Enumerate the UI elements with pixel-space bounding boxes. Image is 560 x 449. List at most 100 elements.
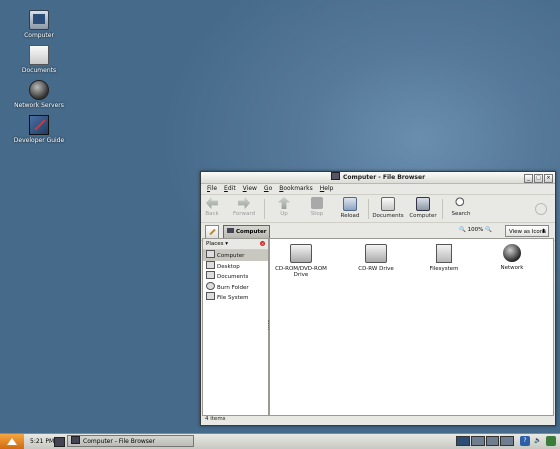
stop-label: Stop (310, 211, 324, 217)
up-button[interactable]: Up (266, 197, 302, 217)
up-arrow-icon (278, 197, 290, 209)
filesystem-icon (436, 244, 452, 263)
computer-icon (227, 228, 234, 233)
reload-button[interactable]: Reload (332, 197, 368, 219)
network-status-icon[interactable] (546, 436, 556, 446)
path-button-label: Computer (236, 229, 267, 235)
up-label: Up (280, 211, 288, 217)
workspace-pager (456, 436, 514, 446)
taskbar-item-label: Computer - File Browser (83, 438, 156, 445)
desktop-icon-label: Network Servers (14, 102, 64, 109)
sidebar-item-desktop[interactable]: Desktop (203, 260, 268, 272)
help-icon[interactable]: ? (520, 436, 530, 446)
search-label: Search (451, 211, 471, 217)
workspace-3[interactable] (485, 436, 500, 446)
item-cdrom-drive[interactable]: CD-ROM/DVD-ROM Drive (273, 244, 329, 278)
search-icon (455, 197, 467, 209)
guide-icon (29, 115, 49, 135)
minimize-button[interactable]: _ (524, 174, 533, 183)
zoom-out-icon[interactable]: 🔍 (459, 227, 466, 233)
item-filesystem[interactable]: Filesystem (416, 244, 472, 272)
path-button-computer[interactable]: Computer (223, 225, 271, 239)
taskbar-item-file-browser[interactable]: Computer - File Browser (67, 435, 194, 447)
documents-icon (381, 197, 395, 211)
search-button[interactable]: Search (443, 197, 479, 217)
sidebar-item-file-system[interactable]: File System (203, 292, 268, 303)
desktop-icon-label: Documents (21, 67, 57, 74)
sidebar-item-label: Burn Folder (217, 284, 249, 291)
sidebar-item-computer[interactable]: Computer (203, 250, 268, 261)
drive-icon (206, 292, 215, 300)
desktop-icon-developer-guide[interactable]: Developer Guide (13, 115, 65, 144)
edit-location-button[interactable] (205, 225, 219, 239)
sidebar-close-icon[interactable]: × (260, 241, 265, 246)
stop-button[interactable]: Stop (299, 197, 335, 217)
item-cdrw-drive[interactable]: CD-RW Drive (348, 244, 404, 272)
computer-button[interactable]: Computer (405, 197, 441, 219)
item-label: Network (500, 265, 524, 271)
desktop-icon-network-servers[interactable]: Network Servers (13, 80, 65, 109)
sidebar: Places ▾ × Computer Desktop Documents Bu… (202, 238, 269, 416)
computer-icon (29, 10, 49, 30)
back-button[interactable]: Back (194, 197, 230, 217)
computer-icon (206, 250, 215, 258)
computer-icon (416, 197, 430, 211)
zoom-level[interactable]: 100% (468, 227, 484, 233)
workspace-2[interactable] (470, 436, 485, 446)
sidebar-item-label: File System (217, 295, 249, 301)
taskbar: 5:21 PM Computer - File Browser ? 🔈 (0, 433, 560, 449)
view-mode-select[interactable]: View as Icons (505, 225, 549, 238)
menu-view[interactable]: View (243, 184, 257, 194)
desktop-icon-computer[interactable]: Computer (13, 10, 65, 39)
drive-icon (365, 244, 387, 263)
window-menu-icon[interactable] (330, 172, 340, 180)
reload-icon (343, 197, 357, 211)
forward-label: Forward (232, 211, 256, 217)
status-bar: 4 items (205, 416, 226, 422)
zoom-in-icon[interactable]: 🔍 (485, 227, 492, 233)
back-label: Back (205, 211, 219, 217)
documents-button[interactable]: Documents (370, 197, 406, 219)
folder-icon (206, 271, 215, 279)
sidebar-header[interactable]: Places ▾ × (203, 239, 268, 250)
desktop-icon-documents[interactable]: Documents (13, 45, 65, 74)
item-label: CD-RW Drive (358, 266, 394, 272)
window-title: Computer - File Browser (342, 174, 426, 181)
toolbar-separator (264, 199, 265, 219)
start-menu-button[interactable] (0, 434, 24, 449)
sidebar-header-label: Places (206, 241, 224, 247)
menu-bookmarks[interactable]: Bookmarks (279, 184, 313, 194)
drive-icon (290, 244, 312, 263)
item-label: CD-ROM/DVD-ROM Drive (275, 266, 327, 278)
forward-button[interactable]: Forward (226, 197, 262, 217)
clock[interactable]: 5:21 PM (30, 434, 54, 449)
window-titlebar[interactable]: Computer - File Browser _ □ × (201, 172, 555, 184)
close-button[interactable]: × (544, 174, 553, 183)
throbber-icon (535, 203, 547, 215)
volume-icon[interactable]: 🔈 (533, 436, 543, 446)
file-browser-icon (71, 436, 80, 444)
menu-file[interactable]: File (207, 184, 217, 194)
sidebar-item-burn-folder[interactable]: Burn Folder (203, 281, 268, 293)
stop-icon (311, 197, 323, 209)
sidebar-item-label: Documents (217, 274, 249, 280)
show-desktop-icon[interactable] (54, 437, 65, 447)
documents-icon (29, 45, 49, 65)
burn-icon (206, 281, 215, 290)
item-network[interactable]: Network (484, 244, 540, 271)
menubar: File Edit View Go Bookmarks Help (201, 184, 555, 194)
desktop-icon (206, 260, 215, 269)
workspace-4[interactable] (500, 436, 514, 446)
workspace-1[interactable] (456, 436, 470, 446)
desktop-icon-label: Computer (24, 32, 54, 39)
maximize-button[interactable]: □ (534, 174, 543, 183)
toolbar: Back Forward Up Stop Reload Documents Co… (201, 194, 555, 223)
content-area: CD-ROM/DVD-ROM Drive CD-RW Drive Filesys… (269, 238, 554, 416)
item-label: Filesystem (429, 266, 459, 272)
menu-go[interactable]: Go (264, 184, 272, 194)
reload-label: Reload (340, 213, 360, 219)
sidebar-item-documents[interactable]: Documents (203, 271, 268, 282)
menu-edit[interactable]: Edit (224, 184, 236, 194)
menu-help[interactable]: Help (320, 184, 334, 194)
network-icon (503, 244, 521, 262)
